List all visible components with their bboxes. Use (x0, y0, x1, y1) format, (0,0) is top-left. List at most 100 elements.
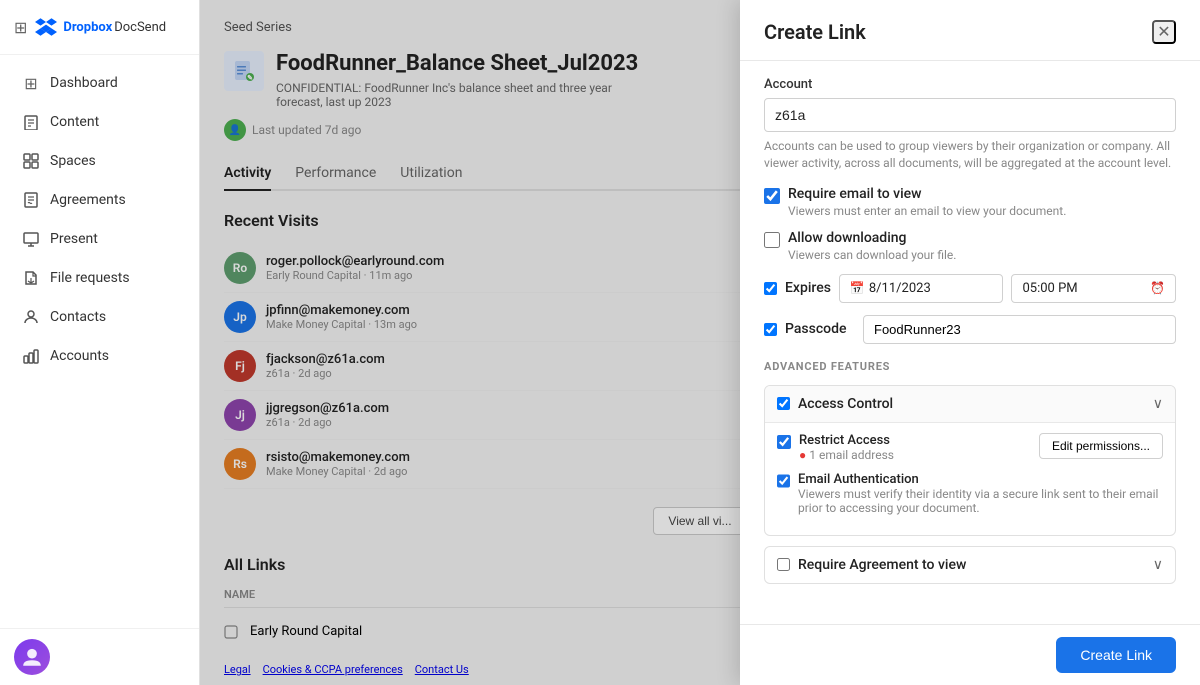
allow-downloading-label: Allow downloading (788, 230, 956, 246)
expires-row: Expires 📅 8/11/2023 05:00 PM ⏰ (764, 274, 1176, 303)
sidebar-item-label: Agreements (50, 192, 126, 208)
avatar: Ro (224, 252, 256, 284)
tab-utilization[interactable]: Utilization (400, 157, 462, 191)
require-email-hint: Viewers must enter an email to view your… (788, 204, 1066, 218)
avatar: Fj (224, 350, 256, 382)
require-email-checkbox[interactable] (764, 188, 780, 204)
advanced-features-header: ADVANCED FEATURES (764, 360, 1176, 373)
tab-activity[interactable]: Activity (224, 157, 271, 191)
restrict-access-row: Restrict Access ● 1 email address Edit p… (777, 433, 1163, 462)
close-button[interactable]: ✕ (1152, 20, 1176, 44)
restrict-access-sublabel: ● 1 email address (799, 448, 1031, 462)
content-icon (22, 113, 40, 131)
email-auth-checkbox[interactable] (777, 474, 790, 488)
sidebar-item-label: File requests (50, 270, 130, 286)
email-auth-label: Email Authentication (798, 472, 1163, 487)
modal-body: Account Accounts can be used to group vi… (740, 61, 1200, 624)
present-icon (22, 230, 40, 248)
brand-docsend: DocSend (114, 20, 166, 35)
avatar[interactable] (14, 639, 50, 675)
require-email-row: Require email to view Viewers must enter… (764, 186, 1176, 218)
link-name: Early Round Capital (250, 624, 362, 639)
account-label: Account (764, 77, 1176, 92)
access-control-section: Access Control ∨ Restrict Access ● 1 ema… (764, 385, 1176, 536)
restrict-access-checkbox[interactable] (777, 435, 791, 449)
require-agreement-checkbox[interactable] (777, 558, 790, 571)
brand-logo: Dropbox DocSend (35, 16, 166, 38)
brand-dropbox: Dropbox (63, 20, 112, 35)
sidebar-item-spaces[interactable]: Spaces (6, 142, 193, 180)
legal-link[interactable]: Legal (224, 663, 251, 676)
chevron-down-icon: ∨ (1153, 557, 1163, 573)
require-agreement-label: Require Agreement to view (798, 557, 1145, 573)
expires-time-input[interactable]: 05:00 PM ⏰ (1011, 274, 1176, 303)
passcode-input[interactable] (863, 315, 1176, 344)
doc-icon: ✎ (224, 51, 264, 91)
file-requests-icon (22, 269, 40, 287)
sidebar-item-dashboard[interactable]: ⊞ Dashboard (6, 64, 193, 102)
expires-date-input[interactable]: 📅 8/11/2023 (839, 274, 1004, 303)
sidebar-item-label: Spaces (50, 153, 96, 169)
contacts-icon (22, 308, 40, 326)
modal-footer: Create Link (740, 624, 1200, 685)
restrict-access-label: Restrict Access (799, 433, 1031, 448)
doc-title: FoodRunner_Balance Sheet_Jul2023 (276, 51, 638, 77)
tab-performance[interactable]: Performance (295, 157, 376, 191)
sidebar-item-label: Content (50, 114, 99, 130)
dashboard-icon: ⊞ (22, 74, 40, 92)
cookies-link[interactable]: Cookies & CCPA preferences (263, 663, 403, 676)
create-link-modal: Create Link ✕ Account Accounts can be us… (740, 0, 1200, 685)
doc-subtitle: CONFIDENTIAL: FoodRunner Inc's balance s… (276, 81, 616, 109)
sidebar-item-present[interactable]: Present (6, 220, 193, 258)
accounts-icon (22, 347, 40, 365)
passcode-label: Passcode (785, 321, 855, 337)
spaces-icon (22, 152, 40, 170)
sidebar-footer (0, 628, 199, 685)
modal-header: Create Link ✕ (740, 0, 1200, 61)
sidebar-item-agreements[interactable]: Agreements (6, 181, 193, 219)
create-link-button[interactable]: Create Link (1056, 637, 1176, 673)
sidebar-nav: ⊞ Dashboard Content Spaces Agreements (0, 55, 199, 628)
modal-title: Create Link (764, 20, 866, 44)
view-all-button[interactable]: View all vi... (653, 507, 746, 535)
passcode-row: Passcode (764, 315, 1176, 344)
require-email-label: Require email to view (788, 186, 1066, 202)
chevron-down-icon: ∨ (1153, 396, 1163, 412)
sidebar-item-label: Contacts (50, 309, 106, 325)
sidebar-header: ⊞ Dropbox DocSend (0, 0, 199, 55)
user-dot: 👤 (224, 119, 246, 141)
agreements-icon (22, 191, 40, 209)
access-control-title: Access Control (798, 396, 1145, 412)
avatar: Jj (224, 399, 256, 431)
contact-link[interactable]: Contact Us (415, 663, 469, 676)
sidebar-item-file-requests[interactable]: File requests (6, 259, 193, 297)
allow-downloading-hint: Viewers can download your file. (788, 248, 956, 262)
account-input[interactable] (764, 98, 1176, 132)
sidebar-item-contacts[interactable]: Contacts (6, 298, 193, 336)
allow-downloading-checkbox[interactable] (764, 232, 780, 248)
require-agreement-row: Require Agreement to view ∨ (764, 546, 1176, 584)
avatar: Rs (224, 448, 256, 480)
expires-checkbox-group: Expires (764, 280, 831, 296)
sidebar-item-content[interactable]: Content (6, 103, 193, 141)
email-auth-row: Email Authentication Viewers must verify… (777, 472, 1163, 515)
access-control-checkbox[interactable] (777, 397, 790, 410)
sidebar-item-label: Accounts (50, 348, 109, 364)
sidebar: ⊞ Dropbox DocSend ⊞ Dashboard Content (0, 0, 200, 685)
expires-checkbox[interactable] (764, 282, 777, 295)
edit-permissions-button[interactable]: Edit permissions... (1039, 433, 1163, 459)
sidebar-item-label: Dashboard (50, 75, 118, 91)
avatar: Jp (224, 301, 256, 333)
allow-downloading-row: Allow downloading Viewers can download y… (764, 230, 1176, 262)
passcode-checkbox[interactable] (764, 323, 777, 336)
app-grid-icon[interactable]: ⊞ (14, 18, 27, 37)
dropbox-icon (35, 16, 57, 38)
svg-text:✎: ✎ (247, 74, 253, 82)
sidebar-item-accounts[interactable]: Accounts (6, 337, 193, 375)
access-control-header[interactable]: Access Control ∨ (765, 386, 1175, 422)
email-auth-sublabel: Viewers must verify their identity via a… (798, 487, 1163, 515)
access-control-body: Restrict Access ● 1 email address Edit p… (765, 422, 1175, 535)
expires-label: Expires (785, 280, 831, 296)
sidebar-item-label: Present (50, 231, 98, 247)
account-hint: Accounts can be used to group viewers by… (764, 138, 1176, 172)
